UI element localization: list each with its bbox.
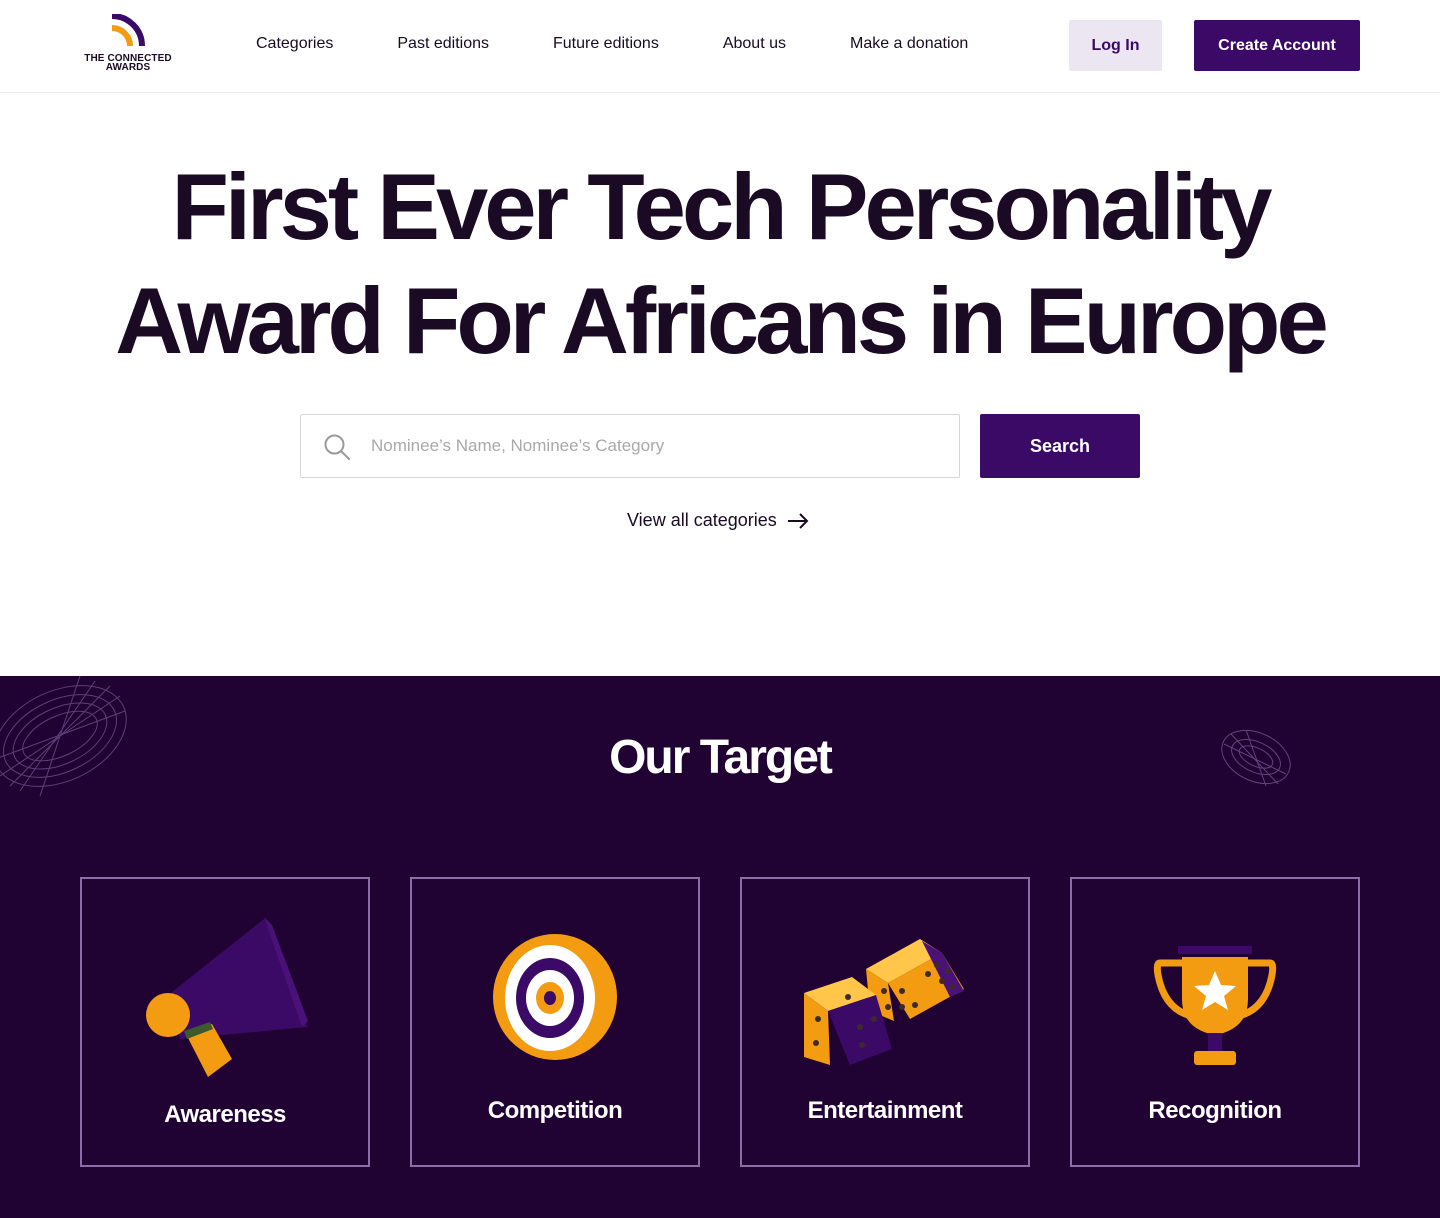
nav-categories[interactable]: Categories [256,34,333,54]
main-nav: Categories Past editions Future editions… [256,34,968,54]
brand-logo[interactable]: THE CONNECTED AWARDS [80,14,180,76]
megaphone-icon [146,917,308,1077]
logo-line-2: AWARDS [105,62,151,73]
search-icon [324,434,350,460]
target-card-entertainment[interactable]: Entertainment [740,877,1030,1167]
view-all-categories-link[interactable]: View all categories [627,510,809,531]
dice-icon [804,939,964,1065]
search-input[interactable] [371,415,941,477]
card-label-awareness: Awareness [164,1101,286,1128]
logo-text: THE CONNECTED AWARDS [80,54,176,73]
logo-arcs-icon [111,14,145,47]
nav-make-donation[interactable]: Make a donation [850,34,968,54]
site-header: THE CONNECTED AWARDS Categories Past edi… [0,0,1440,93]
target-icon [493,934,617,1060]
target-card-awareness[interactable]: Awareness [80,877,370,1167]
view-all-label: View all categories [627,510,777,530]
target-card-competition[interactable]: Competition [410,877,700,1167]
nav-about-us[interactable]: About us [723,34,786,54]
nav-past-editions[interactable]: Past editions [397,34,489,54]
nav-future-editions[interactable]: Future editions [553,34,659,54]
create-account-button[interactable]: Create Account [1194,20,1360,71]
arrow-right-icon [787,512,809,529]
trophy-icon [1153,946,1277,1065]
hero-title: First Ever Tech Personality Award For Af… [0,150,1440,378]
search-button[interactable]: Search [980,414,1140,478]
card-label-recognition: Recognition [1148,1097,1282,1124]
hero-title-line-1: First Ever Tech Personality [171,154,1272,259]
search-box [300,414,960,478]
target-card-recognition[interactable]: Recognition [1070,877,1360,1167]
hero-title-line-2: Award For Africans in Europe [115,268,1328,373]
our-target-section: Our Target Awareness Competition Enterta… [0,676,1440,1218]
card-label-competition: Competition [487,1097,623,1124]
login-button[interactable]: Log In [1069,20,1162,71]
section-title: Our Target [609,731,833,784]
card-label-entertainment: Entertainment [807,1097,963,1124]
